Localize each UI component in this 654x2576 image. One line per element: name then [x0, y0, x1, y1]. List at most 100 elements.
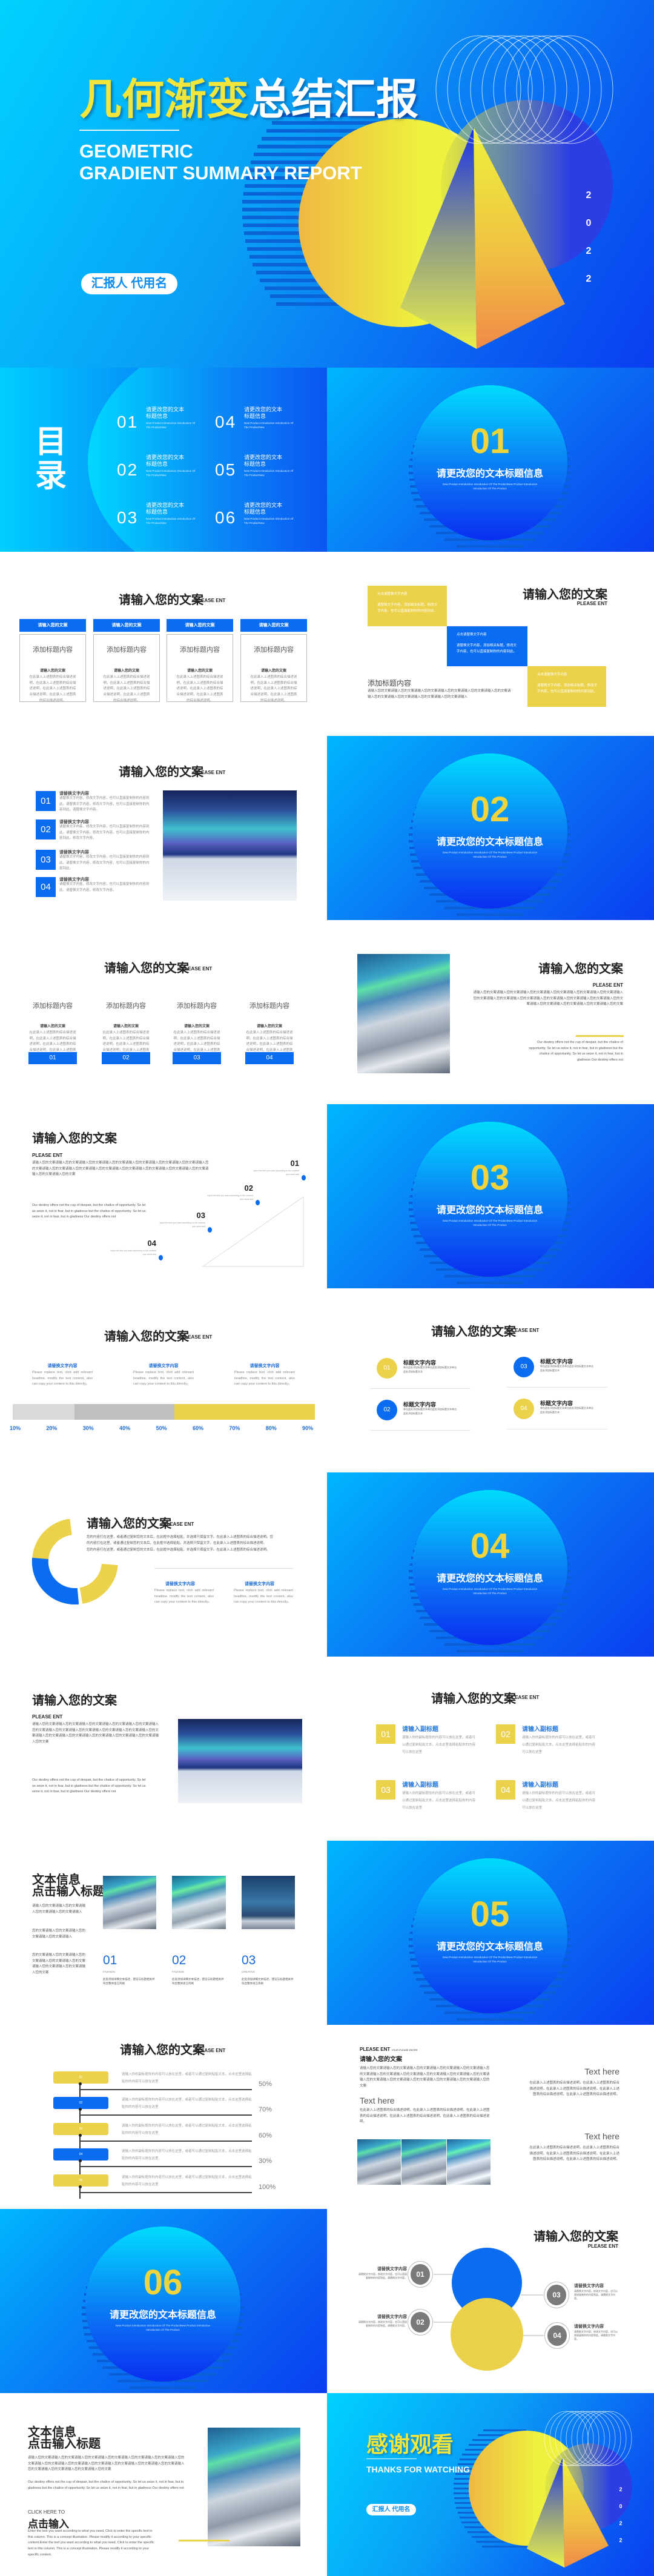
venn-item-body: 请替换文字内容，修改文字内容，也可以直接复制你的内容到此。请替换文字内容。	[574, 2290, 618, 2300]
venn-item-title: 请替换文字内容	[377, 2267, 407, 2271]
column-title: 添加标题内容	[177, 1002, 217, 1010]
section-subtitle: New Product Introduction Introduction Of…	[442, 483, 538, 490]
section-circle	[412, 385, 567, 540]
toc-item-title: 请更改您的文本标题信息	[244, 502, 283, 515]
cover-title-white: 总结汇报	[249, 76, 418, 123]
thanks-slide: 感谢观看 THANKS FOR WATCHING 汇报人 代用名 2022	[327, 2393, 654, 2576]
card-subtitle: 请输入您的文案	[39, 669, 65, 673]
card-header: 请输入您的文案	[167, 619, 233, 632]
cover-subtitle-line2: GRADIENT SUMMARY REPORT	[79, 162, 362, 184]
block-title: 点击请替换文字内容	[457, 633, 487, 637]
step-body: Input the text you want according to the…	[110, 1250, 156, 1256]
section-subtitle: New Product Introduction Introduction Of…	[442, 1588, 538, 1595]
section-subtitle: New Product Introduction Introduction Of…	[115, 2324, 211, 2331]
stripe	[456, 545, 524, 548]
section-slide-04: 04 请更改您的文本标题信息 New Product Introduction In…	[327, 1472, 654, 1657]
grid-item-title: 请输入副标题	[522, 1782, 558, 1789]
slide-subheading: PLEASE ENT	[592, 982, 623, 988]
column-subtitle: 请输入您的文案	[113, 1025, 139, 1028]
grid-item-title: 请输入副标题	[402, 1726, 438, 1733]
venn-diagram	[434, 2248, 544, 2371]
progress-column-body: Please replace text, click add relevant …	[32, 1371, 93, 1386]
columns-slide: 请输入您的文案 PLEASE ENT 添加标题内容 请输入您的文案 在此录入上述图表…	[0, 920, 327, 1104]
timeline-body: 请输入你的副标题你的内容可以放在这里，或者可以通过复制粘贴文本，点击这里选择粘贴…	[122, 2073, 252, 2084]
timeline-pill: 01	[53, 2071, 108, 2084]
column-number-button[interactable]: 01	[28, 1052, 77, 1064]
venn-item-body: 请替换文字内容，修改文字内容，也可以直接复制你的内容到此。请替换文字内容。	[358, 2320, 407, 2327]
circle-badge: 01	[377, 1358, 397, 1379]
text-here-slide: PLEASE ENT YOUR PLEASE ENTER 请输入您的文案 请输入…	[327, 2025, 654, 2209]
timeline-dot	[79, 2134, 82, 2137]
card-title: 添加标题内容	[180, 646, 220, 654]
toc-title: 目录	[35, 425, 67, 494]
block-body: 请替换文字内容，添加相关标题，修改文字内容，也可以直接复制你的内容到此。	[457, 644, 517, 654]
grid-item-title: 请输入副标题	[522, 1726, 558, 1733]
grid-number: 02	[496, 1724, 515, 1744]
gallery-slide: 文本信息 点击输入标题 请输入您的文案请输入您的文案请输入您的文案请输入您的文案请…	[0, 1841, 327, 2025]
grid-slide: 请输入您的文案 PLEASE ENT 01 请输入副标题 请输入你的副标题你的内容可…	[327, 1657, 654, 1841]
gallery-paragraph: 请输入您的文案请输入您的文案请输入您的文案请输入您的文案请输入	[32, 1904, 86, 1914]
card-header: 请输入您的文案	[240, 619, 307, 632]
card-body: 在此录入上述图表的综合描述说明，在此录入上述图表的综合描述说明，在此录入上述图表…	[250, 675, 297, 703]
gallery-label: CREATIVE	[242, 1970, 256, 1973]
body-text: 您的内容打在这里，或者通过复制您的文本后，在此框中选择粘贴，并选择只保留文字。在…	[87, 1535, 274, 1545]
slide-subheading: PLEASE ENT	[164, 1521, 194, 1527]
venn-item-title: 请替换文字内容	[574, 2325, 604, 2329]
circle-badge: 04	[514, 1399, 534, 1419]
card: 添加标题内容 请输入您的文案 在此录入上述图表的综合描述说明，在此录入上述图表的综合…	[19, 634, 86, 703]
column-number-button[interactable]: 04	[245, 1052, 294, 1064]
gallery-number: 02	[172, 1953, 187, 1967]
step-dot	[302, 1175, 306, 1180]
year-digit: 2	[586, 246, 592, 256]
english-body: Our destiny offers not the cup of despai…	[28, 2480, 184, 2490]
year-digit: 0	[586, 218, 592, 228]
toc-number: 05	[215, 460, 237, 479]
timeline-value: 60%	[259, 2132, 272, 2139]
toc-item-subtitle: New Product Introduction Introduction Of…	[244, 517, 294, 525]
column-number-button[interactable]: 03	[173, 1052, 221, 1064]
slide-subheading: PLEASE ENT	[182, 1334, 213, 1340]
column-number-button[interactable]: 02	[102, 1052, 150, 1064]
timeline-line	[80, 2166, 252, 2167]
timeline-body: 请输入你的副标题你的内容可以放在这里，或者可以通过复制粘贴文本，点击这里选择粘贴…	[122, 2124, 252, 2135]
section-title: 请更改您的文本标题信息	[436, 1205, 543, 1216]
step-body: Input the text you want according to the…	[253, 1170, 299, 1176]
grid-item-title: 请输入副标题	[402, 1782, 438, 1789]
donut-column-title: 请替换文字内容	[245, 1582, 274, 1586]
text-here-label: Text here	[360, 2096, 395, 2105]
card-title: 添加标题内容	[254, 646, 294, 654]
section-slide-01: 01 请更改您的文本标题信息 New Product Introduction In…	[327, 368, 654, 552]
block-title: 点击请替换文字内容	[537, 673, 567, 677]
gallery-paragraph: 您的文案请输入您的文案请输入您的文案请输入您的文案请输入您的文案请输入您的文案请…	[32, 1953, 86, 1975]
section-circle	[412, 753, 567, 909]
slide-heading: 请输入您的文案	[431, 1692, 516, 1706]
timeline-body: 请输入你的副标题你的内容可以放在这里，或者可以通过复制粘贴文本，点击这里选择粘贴…	[122, 2176, 252, 2187]
toc-item-title: 请更改您的文本标题信息	[146, 406, 185, 419]
timeline-slide: 请输入您的文案 PLEASE ENT 01 请输入你的副标题你的内容可以放在这里，…	[0, 2025, 327, 2209]
column-title: 添加标题内容	[106, 1002, 146, 1010]
section-circle	[412, 1122, 567, 1277]
donut-column-body: Please replace text, click add relevant …	[154, 1589, 214, 1604]
text-here-label: Text here	[584, 2067, 619, 2076]
triptych-photo	[357, 2139, 401, 2185]
aurora-photo	[163, 790, 297, 901]
timeline-dot	[79, 2159, 82, 2162]
card-header: 请输入您的文案	[93, 619, 160, 632]
slide-heading: 请输入您的文案	[119, 594, 203, 607]
slide-heading: 请输入您的文案	[32, 1694, 117, 1707]
list-body: 请替换文字内容，修改文字内容，也可以直接复制你的内容到此。请替换文字内容，修改文…	[59, 855, 150, 871]
circles-slide: 请输入您的文案 PLEASE ENT 01 标题文字内容 单击此处添加标题文本单击此…	[327, 1288, 654, 1472]
presenter-badge: 汇报人 代用名	[366, 2504, 416, 2515]
toc-item-subtitle: New Product Introduction Introduction Of…	[244, 422, 294, 429]
step-number: 03	[196, 1211, 205, 1220]
section-number: 04	[470, 1526, 510, 1566]
progress-column-title: 请替换文字内容	[148, 1364, 179, 1368]
timeline-value: 70%	[259, 2106, 272, 2113]
progress-tick-label: 20%	[46, 1425, 58, 1431]
section-title: 请更改您的文本标题信息	[436, 837, 543, 847]
progress-segment-light	[13, 1404, 74, 1420]
accent-bar	[179, 2540, 230, 2541]
card: 添加标题内容 请输入您的文案 在此录入上述图表的综合描述说明，在此录入上述图表的综合…	[93, 634, 160, 703]
mountain-photo	[208, 2428, 300, 2546]
steps-slide: 请输入您的文案 PLEASE ENT 请输入您的文案请输入您的文案请输入您的文案…	[0, 1104, 327, 1288]
